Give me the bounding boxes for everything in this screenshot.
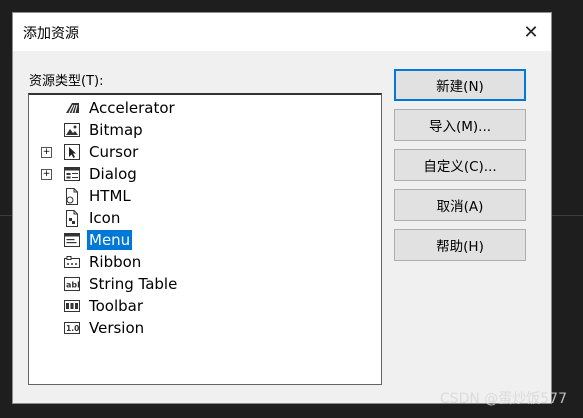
close-icon: ✕ <box>523 21 539 43</box>
version-icon: 1.0 <box>63 319 81 337</box>
help-button[interactable]: 帮助(H) <box>394 229 526 261</box>
cursor-icon <box>63 143 81 161</box>
new-button[interactable]: 新建(N) <box>394 69 526 101</box>
bitmap-icon <box>63 121 81 139</box>
close-button[interactable]: ✕ <box>511 13 551 51</box>
menu-icon <box>63 231 81 249</box>
tree-item-label: Menu <box>87 230 133 250</box>
tree-item-accelerator[interactable]: Accelerator <box>29 97 381 119</box>
tree-item-label: Cursor <box>89 143 139 161</box>
tree-item-label: Icon <box>89 209 121 227</box>
tree-item-label: Toolbar <box>89 297 144 315</box>
tree-item-label: Dialog <box>89 165 137 183</box>
tree-item-bitmap[interactable]: Bitmap <box>29 119 381 141</box>
tree-item-ribbon[interactable]: Ribbon <box>29 251 381 273</box>
tree-item-string-table[interactable]: abl String Table <box>29 273 381 295</box>
background-editor <box>0 0 12 418</box>
tree-item-toolbar[interactable]: Toolbar <box>29 295 381 317</box>
tree-item-cursor[interactable]: + Cursor <box>29 141 381 163</box>
expand-toggle[interactable]: + <box>41 146 52 158</box>
tree-item-icon[interactable]: Icon <box>29 207 381 229</box>
tree-item-label: HTML <box>89 187 131 205</box>
tree-item-html[interactable]: HTML <box>29 185 381 207</box>
add-resource-dialog: 添加资源 ✕ 资源类型(T): Accelerator Bitmap + Cur… <box>12 12 552 404</box>
tree-item-label: Ribbon <box>89 253 142 271</box>
background-editor-right <box>552 0 583 418</box>
tree-item-label: String Table <box>89 275 178 293</box>
tree-item-dialog[interactable]: + Dialog <box>29 163 381 185</box>
ribbon-icon <box>63 253 81 271</box>
cancel-button[interactable]: 取消(A) <box>394 189 526 221</box>
watermark: CSDN @蛋炒饭577 <box>439 391 567 407</box>
tree-item-label: Accelerator <box>89 99 175 117</box>
svg-text:1.0: 1.0 <box>66 324 79 333</box>
import-button[interactable]: 导入(M)... <box>394 109 526 141</box>
tree-item-label: Version <box>89 319 145 337</box>
resource-type-label: 资源类型(T): <box>29 74 104 89</box>
dialog-icon <box>63 165 81 183</box>
html-file-icon <box>63 187 81 205</box>
accelerator-icon <box>63 99 81 117</box>
title-bar: 添加资源 ✕ <box>13 13 551 51</box>
tree-item-menu[interactable]: Menu <box>29 229 381 251</box>
string-table-icon: abl <box>63 275 81 293</box>
tree-item-version[interactable]: 1.0 Version <box>29 317 381 339</box>
dialog-title: 添加资源 <box>23 26 79 42</box>
icon-file-icon <box>63 209 81 227</box>
svg-text:abl: abl <box>66 281 80 290</box>
tree-item-label: Bitmap <box>89 121 143 139</box>
resource-type-tree[interactable]: Accelerator Bitmap + Cursor + Dialog HTM… <box>28 93 382 385</box>
toolbar-icon <box>63 297 81 315</box>
expand-toggle[interactable]: + <box>41 168 52 180</box>
custom-button[interactable]: 自定义(C)... <box>394 149 526 181</box>
